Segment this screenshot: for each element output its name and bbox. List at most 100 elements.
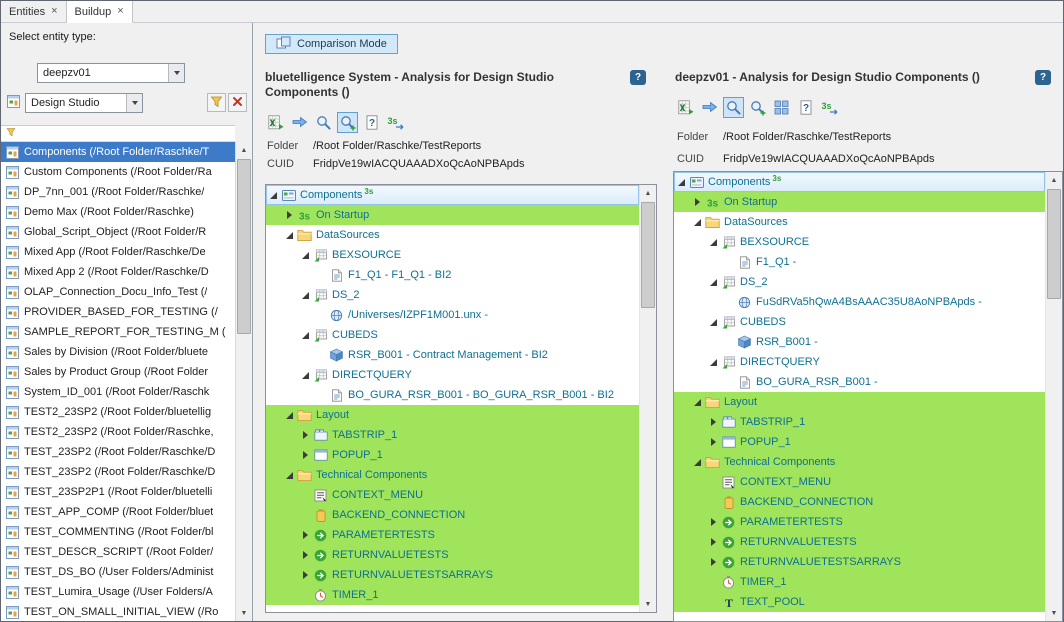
- list-item-sales-by-product-group-root-folder[interactable]: Sales by Product Group (/Root Folder: [1, 362, 235, 382]
- tree-item-backend-connection[interactable]: BACKEND_CONNECTION: [674, 492, 1045, 512]
- filter-button[interactable]: [207, 93, 226, 112]
- scroll-down-icon[interactable]: ▼: [236, 605, 252, 621]
- tree-item-popup-1[interactable]: POPUP_1: [674, 432, 1045, 452]
- collapse-arrow-icon[interactable]: [709, 277, 720, 288]
- list-item-components-root-folder-raschke-t[interactable]: Components (/Root Folder/Raschke/T: [1, 142, 235, 162]
- help-document-button[interactable]: ?: [361, 112, 382, 133]
- list-item-global-script-object-root-folder-r[interactable]: Global_Script_Object (/Root Folder/R: [1, 222, 235, 242]
- expand-arrow-icon[interactable]: [301, 450, 312, 461]
- collapse-arrow-icon[interactable]: [693, 397, 704, 408]
- close-icon[interactable]: ×: [117, 6, 123, 17]
- list-item-test-23sp2-root-folder-raschke-d[interactable]: TEST_23SP2 (/Root Folder/Raschke/D: [1, 462, 235, 482]
- tree-item-datasources[interactable]: DataSources: [674, 212, 1045, 232]
- tree-item-parametertests[interactable]: PARAMETERTESTS: [674, 512, 1045, 532]
- tree-item-timer-1[interactable]: TIMER_1: [674, 572, 1045, 592]
- list-item-test-lumira-usage-user-folders-a[interactable]: TEST_Lumira_Usage (/User Folders/A: [1, 582, 235, 602]
- tree-item-f1-q1-f1-q1-bi2[interactable]: F1_Q1 - F1_Q1 - BI2: [266, 265, 639, 285]
- list-item-sample-report-for-testing-m[interactable]: SAMPLE_REPORT_FOR_TESTING_M (: [1, 322, 235, 342]
- tree-item-fusdrva5hqwa4bsaaac35u8aonpbapds[interactable]: FuSdRVa5hQwA4BsAAAC35U8AoNPBApds -: [674, 292, 1045, 312]
- list-item-provider-based-for-testing[interactable]: PROVIDER_BASED_FOR_TESTING (/: [1, 302, 235, 322]
- tree-item-on-startup[interactable]: 3sOn Startup: [674, 192, 1045, 212]
- grid-view-button[interactable]: [771, 97, 792, 118]
- tree-item-components[interactable]: Components3s: [674, 172, 1045, 192]
- help-button[interactable]: ?: [630, 70, 646, 85]
- list-item-demo-max-root-folder-raschke[interactable]: Demo Max (/Root Folder/Raschke): [1, 202, 235, 222]
- collapse-arrow-icon[interactable]: [709, 317, 720, 328]
- tree-item-cubeds[interactable]: CUBEDS: [266, 325, 639, 345]
- tree-item-rsr-b001[interactable]: RSR_B001 -: [674, 332, 1045, 352]
- expand-arrow-icon[interactable]: [285, 210, 296, 221]
- tree-item-technical-components[interactable]: Technical Components: [266, 465, 639, 485]
- tree-item-directquery[interactable]: DIRECTQUERY: [266, 365, 639, 385]
- collapse-arrow-icon[interactable]: [285, 230, 296, 241]
- tree-item-bo-gura-rsr-b001[interactable]: BO_GURA_RSR_B001 -: [674, 372, 1045, 392]
- scroll-up-icon[interactable]: ▲: [236, 142, 252, 158]
- tree-item-directquery[interactable]: DIRECTQUERY: [674, 352, 1045, 372]
- tree-item-context-menu[interactable]: CONTEXT_MENU: [266, 485, 639, 505]
- tree-item-tabstrip-1[interactable]: TABSTRIP_1: [674, 412, 1045, 432]
- collapse-arrow-icon[interactable]: [301, 370, 312, 381]
- expand-arrow-icon[interactable]: [301, 430, 312, 441]
- tree-item-backend-connection[interactable]: BACKEND_CONNECTION: [266, 505, 639, 525]
- tree-item-returnvaluetests[interactable]: RETURNVALUETESTS: [674, 532, 1045, 552]
- tree-item-bexsource[interactable]: BEXSOURCE: [674, 232, 1045, 252]
- tree-item-datasources[interactable]: DataSources: [266, 225, 639, 245]
- chevron-down-icon[interactable]: [126, 94, 142, 112]
- list-item-sales-by-division-root-folder-bluete[interactable]: Sales by Division (/Root Folder/bluete: [1, 342, 235, 362]
- transport-3s-button[interactable]: 3s: [385, 112, 406, 133]
- sidebar-scrollbar[interactable]: ▲ ▼: [235, 142, 252, 621]
- list-item-test-23sp2p1-root-folder-bluetelli[interactable]: TEST_23SP2P1 (/Root Folder/bluetelli: [1, 482, 235, 502]
- tree-item-on-startup[interactable]: 3sOn Startup: [266, 205, 639, 225]
- collapse-arrow-icon[interactable]: [693, 217, 704, 228]
- right-tree-scrollbar[interactable]: ▲ ▼: [1045, 172, 1062, 621]
- close-icon[interactable]: ×: [51, 6, 57, 17]
- scroll-thumb[interactable]: [237, 159, 251, 334]
- list-item-mixed-app-root-folder-raschke-de[interactable]: Mixed App (/Root Folder/Raschke/De: [1, 242, 235, 262]
- list-filter-row[interactable]: [1, 125, 235, 142]
- tree-item-tabstrip-1[interactable]: TABSTRIP_1: [266, 425, 639, 445]
- zoom-details-button[interactable]: [747, 97, 768, 118]
- expand-arrow-icon[interactable]: [709, 517, 720, 528]
- tree-item-timer-1[interactable]: TIMER_1: [266, 585, 639, 605]
- scroll-down-icon[interactable]: ▼: [640, 596, 656, 612]
- collapse-arrow-icon[interactable]: [301, 330, 312, 341]
- clear-filter-button[interactable]: [228, 93, 247, 112]
- export-excel-button[interactable]: [265, 112, 286, 133]
- tree-item-context-menu[interactable]: CONTEXT_MENU: [674, 472, 1045, 492]
- collapse-arrow-icon[interactable]: [301, 290, 312, 301]
- tree-item-ds-2[interactable]: DS_2: [674, 272, 1045, 292]
- zoom-details-button[interactable]: [337, 112, 358, 133]
- collapse-arrow-icon[interactable]: [269, 190, 280, 201]
- tree-item-ds-2[interactable]: DS_2: [266, 285, 639, 305]
- transfer-button[interactable]: [289, 112, 310, 133]
- help-document-button[interactable]: ?: [795, 97, 816, 118]
- collapse-arrow-icon[interactable]: [709, 357, 720, 368]
- expand-arrow-icon[interactable]: [709, 417, 720, 428]
- tree-item-technical-components[interactable]: Technical Components: [674, 452, 1045, 472]
- expand-arrow-icon[interactable]: [709, 437, 720, 448]
- scroll-thumb[interactable]: [641, 202, 655, 308]
- list-item-test-ds-bo-user-folders-administ[interactable]: TEST_DS_BO (/User Folders/Administ: [1, 562, 235, 582]
- tree-item-components[interactable]: Components3s: [266, 185, 639, 205]
- tree-item-text-pool[interactable]: TTEXT_POOL: [674, 592, 1045, 612]
- list-item-mixed-app-2-root-folder-raschke-d[interactable]: Mixed App 2 (/Root Folder/Raschke/D: [1, 262, 235, 282]
- tab-buildup[interactable]: Buildup ×: [67, 1, 133, 23]
- list-item-olap-connection-docu-info-test[interactable]: OLAP_Connection_Docu_Info_Test (/: [1, 282, 235, 302]
- tree-item-f1-q1[interactable]: F1_Q1 -: [674, 252, 1045, 272]
- help-button[interactable]: ?: [1035, 70, 1051, 85]
- collapse-arrow-icon[interactable]: [709, 237, 720, 248]
- tree-item-universes-izpf1m001-unx[interactable]: /Universes/IZPF1M001.unx -: [266, 305, 639, 325]
- tree-item-bexsource[interactable]: BEXSOURCE: [266, 245, 639, 265]
- scroll-up-icon[interactable]: ▲: [640, 185, 656, 201]
- expand-arrow-icon[interactable]: [709, 537, 720, 548]
- chevron-down-icon[interactable]: [168, 64, 184, 82]
- collapse-arrow-icon[interactable]: [693, 457, 704, 468]
- expand-arrow-icon[interactable]: [301, 530, 312, 541]
- system-dropdown[interactable]: deepzv01: [37, 63, 185, 83]
- comparison-mode-button[interactable]: Comparison Mode: [265, 34, 398, 54]
- list-item-test2-23sp2-root-folder-bluetellig[interactable]: TEST2_23SP2 (/Root Folder/bluetellig: [1, 402, 235, 422]
- expand-arrow-icon[interactable]: [693, 197, 704, 208]
- list-item-dp-7nn-001-root-folder-raschke[interactable]: DP_7nn_001 (/Root Folder/Raschke/: [1, 182, 235, 202]
- scroll-down-icon[interactable]: ▼: [1046, 605, 1062, 621]
- list-item-test2-23sp2-root-folder-raschke[interactable]: TEST2_23SP2 (/Root Folder/Raschke,: [1, 422, 235, 442]
